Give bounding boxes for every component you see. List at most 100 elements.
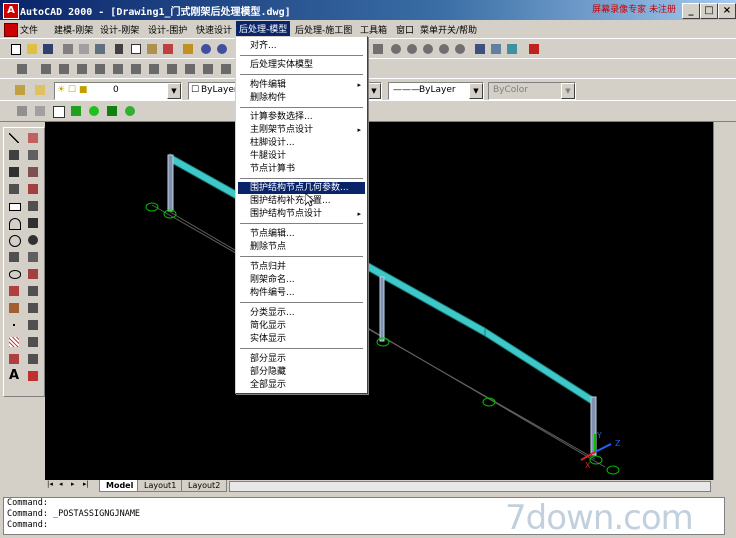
menu-item-main-frame-joint[interactable]: 主刚架节点设计 ▸ [238,124,365,136]
shade-flat-icon[interactable] [104,103,120,119]
spline-icon[interactable] [7,250,21,264]
menu-design-frame[interactable]: 设计-刚架 [100,23,139,36]
database-icon[interactable] [504,41,520,57]
erase-icon[interactable] [26,131,40,145]
rafter-segment-2[interactable] [366,261,486,337]
cut-icon[interactable] [112,41,128,57]
redo-icon[interactable] [214,41,230,57]
view-sw-iso-icon[interactable] [128,61,144,77]
open-icon[interactable] [24,41,40,57]
chamfer-icon[interactable] [26,352,40,366]
menu-item-joint-merge[interactable]: 节点归并 [238,261,365,273]
menu-item-partial-hide[interactable]: 部分隐藏 [238,366,365,378]
menu-item-enclosure-joint-design[interactable]: 围护结构节点设计 ▸ [238,208,365,220]
zoom-extents-icon[interactable] [436,41,452,57]
minimize-button[interactable]: _ [682,3,700,19]
explode-icon[interactable] [26,369,40,383]
view-nw-iso-icon[interactable] [182,61,198,77]
node-marker[interactable] [606,465,620,475]
menu-post-drawing[interactable]: 后处理-施工图 [295,23,352,36]
tab-model[interactable]: Model [99,480,141,492]
shade-gouraud-icon[interactable] [86,103,102,119]
drawing-area[interactable]: Y Z X [45,122,725,480]
rafter-segment-3[interactable] [484,327,594,406]
view-left-icon[interactable] [56,61,72,77]
tab-layout1[interactable]: Layout1 [137,480,184,492]
line-icon[interactable] [7,131,21,145]
zoom-all-icon[interactable] [452,41,468,57]
preview-icon[interactable] [76,41,92,57]
menu-post-model[interactable]: 后处理-模型 [236,21,291,37]
view-top-icon[interactable] [14,61,30,77]
insert-block-icon[interactable] [7,284,21,298]
new-icon[interactable] [8,41,24,57]
menu-item-partial-show[interactable]: 部分显示 [238,353,365,365]
view-back-icon[interactable] [110,61,126,77]
region-icon[interactable] [7,352,21,366]
pan-icon[interactable] [370,41,386,57]
view-se-iso-icon[interactable] [146,61,162,77]
doc-icon[interactable] [4,23,18,37]
save-icon[interactable] [40,41,56,57]
column-2[interactable] [379,276,385,342]
plotstyle-select[interactable]: ByColor ▼ [488,82,576,100]
shade-edges-icon[interactable] [122,103,138,119]
hide-icon[interactable] [14,103,30,119]
view-front-icon[interactable] [92,61,108,77]
node-marker[interactable] [589,455,603,465]
menu-item-frame-naming[interactable]: 刚架命名... [238,274,365,286]
polyline-icon[interactable] [7,165,21,179]
move-icon[interactable] [26,216,40,230]
text-tool-icon[interactable]: A [7,369,21,383]
circle-icon[interactable] [7,233,21,247]
trim-icon[interactable] [26,301,40,315]
close-button[interactable]: × [718,3,736,19]
tab-layout2[interactable]: Layout2 [181,480,228,492]
copy-icon[interactable] [128,41,144,57]
find-icon[interactable] [92,41,108,57]
array-icon[interactable] [26,199,40,213]
menu-item-simple-display[interactable]: 简化显示 [238,320,365,332]
shade-icon[interactable] [68,103,84,119]
view-ne-iso-icon[interactable] [164,61,180,77]
nav-prev-icon[interactable]: ◂ [59,480,63,488]
menu-item-delete-joint[interactable]: 删除节点 [238,241,365,253]
print-icon[interactable] [60,41,76,57]
point-icon[interactable] [7,318,21,332]
menu-item-corbel[interactable]: 牛腿设计 [238,150,365,162]
rotate-icon[interactable] [26,233,40,247]
menu-item-joint-edit[interactable]: 节点编辑... [238,228,365,240]
lineweight-select[interactable]: ——— ByLayer ▼ [388,82,484,100]
menu-toolbox[interactable]: 工具箱 [360,23,387,36]
zoom-realtime-icon[interactable] [388,41,404,57]
layer-select[interactable]: ☀ ☐ ■ 0 ▼ [54,82,182,100]
design-center-icon[interactable] [488,41,504,57]
vertical-scrollbar[interactable] [713,122,726,480]
make-block-icon[interactable] [7,301,21,315]
construction-line-icon[interactable] [7,148,21,162]
stretch-icon[interactable] [26,267,40,281]
menu-item-post-solid-model[interactable]: 后处理实体模型 [238,59,365,71]
view-camera-icon[interactable] [200,61,216,77]
menu-item-member-numbering[interactable]: 构件编号... [238,287,365,299]
maximize-button[interactable]: □ [700,3,718,19]
mirror-icon[interactable] [26,165,40,179]
nav-next-icon[interactable]: ▸ [71,480,75,488]
zoom-previous-icon[interactable] [420,41,436,57]
view-bottom-icon[interactable] [38,61,54,77]
match-prop-icon[interactable] [160,41,176,57]
extend-icon[interactable] [26,318,40,332]
view-right-icon[interactable] [74,61,90,77]
menu-item-enclosure-supplement[interactable]: 围护结构补充布置... [238,195,365,207]
column-1[interactable] [167,154,174,212]
wireframe-icon[interactable] [50,103,66,119]
menu-item-align[interactable]: 对齐... [238,40,365,52]
arc-icon[interactable] [7,216,21,230]
lengthen-icon[interactable] [26,284,40,298]
nav-last-icon[interactable]: ▸| [83,480,89,488]
copy-object-icon[interactable] [26,148,40,162]
ellipse-icon[interactable] [7,267,21,281]
break-icon[interactable] [26,335,40,349]
layer-icon[interactable] [32,82,48,98]
zoom-window-icon[interactable] [404,41,420,57]
